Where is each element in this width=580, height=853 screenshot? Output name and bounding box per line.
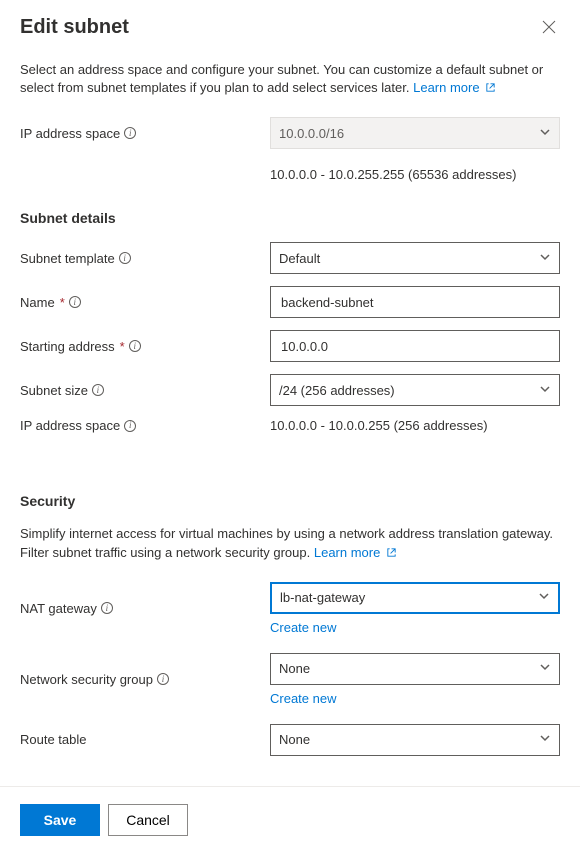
- subnet-template-label: Subnet template: [20, 251, 115, 266]
- subnet-details-heading: Subnet details: [20, 210, 560, 226]
- ip-space-range: 10.0.0.0 - 10.0.0.255 (256 addresses): [270, 418, 488, 433]
- pane-title: Edit subnet: [20, 16, 129, 39]
- chevron-down-icon: [539, 383, 551, 398]
- chevron-down-icon: [539, 732, 551, 747]
- security-heading: Security: [20, 493, 560, 509]
- edit-subnet-pane: Edit subnet Select an address space and …: [0, 0, 580, 786]
- save-button[interactable]: Save: [20, 804, 100, 836]
- close-icon: [542, 20, 556, 34]
- subnet-size-label: Subnet size: [20, 383, 88, 398]
- name-input[interactable]: [279, 287, 551, 317]
- learn-more-security-link[interactable]: Learn more: [314, 545, 397, 560]
- info-icon[interactable]: i: [101, 602, 113, 614]
- ip-space-help: 10.0.0.0 - 10.0.255.255 (65536 addresses…: [270, 167, 560, 182]
- nat-gateway-select[interactable]: lb-nat-gateway: [270, 582, 560, 614]
- starting-address-label: Starting address: [20, 339, 115, 354]
- nat-gateway-label: NAT gateway: [20, 601, 97, 616]
- cancel-button[interactable]: Cancel: [108, 804, 188, 836]
- nsg-value: None: [279, 661, 310, 676]
- name-input-wrapper: [270, 286, 560, 318]
- learn-more-link[interactable]: Learn more: [413, 80, 496, 95]
- external-link-icon: [483, 80, 496, 95]
- footer: Save Cancel: [0, 786, 580, 853]
- route-table-select[interactable]: None: [270, 724, 560, 756]
- nsg-label: Network security group: [20, 672, 153, 687]
- starting-address-wrapper: [270, 330, 560, 362]
- external-link-icon: [384, 545, 397, 560]
- required-indicator: *: [120, 339, 125, 354]
- subnet-size-value: /24 (256 addresses): [279, 383, 395, 398]
- info-icon[interactable]: i: [92, 384, 104, 396]
- name-label: Name: [20, 295, 55, 310]
- security-description: Simplify internet access for virtual mac…: [20, 525, 560, 561]
- route-table-label: Route table: [20, 732, 87, 747]
- chevron-down-icon: [539, 251, 551, 266]
- info-icon[interactable]: i: [129, 340, 141, 352]
- subnet-size-select[interactable]: /24 (256 addresses): [270, 374, 560, 406]
- ip-address-space-select[interactable]: 10.0.0.0/16: [270, 117, 560, 149]
- close-button[interactable]: [538, 16, 560, 41]
- info-icon[interactable]: i: [157, 673, 169, 685]
- info-icon[interactable]: i: [124, 127, 136, 139]
- subnet-template-select[interactable]: Default: [270, 242, 560, 274]
- chevron-down-icon: [539, 661, 551, 676]
- nsg-select[interactable]: None: [270, 653, 560, 685]
- ip-space-label: IP address space: [20, 126, 120, 141]
- info-icon[interactable]: i: [119, 252, 131, 264]
- nat-create-new-link[interactable]: Create new: [270, 620, 560, 635]
- ip-space-label-2: IP address space: [20, 418, 120, 433]
- subnet-template-value: Default: [279, 251, 320, 266]
- ip-space-value: 10.0.0.0/16: [279, 126, 344, 141]
- route-table-value: None: [279, 732, 310, 747]
- starting-address-input[interactable]: [279, 331, 551, 361]
- chevron-down-icon: [539, 126, 551, 141]
- info-icon[interactable]: i: [69, 296, 81, 308]
- nat-gateway-value: lb-nat-gateway: [280, 590, 365, 605]
- chevron-down-icon: [538, 590, 550, 605]
- pane-description: Select an address space and configure yo…: [20, 61, 560, 97]
- info-icon[interactable]: i: [124, 420, 136, 432]
- nsg-create-new-link[interactable]: Create new: [270, 691, 560, 706]
- required-indicator: *: [60, 295, 65, 310]
- security-desc-text: Simplify internet access for virtual mac…: [20, 526, 553, 559]
